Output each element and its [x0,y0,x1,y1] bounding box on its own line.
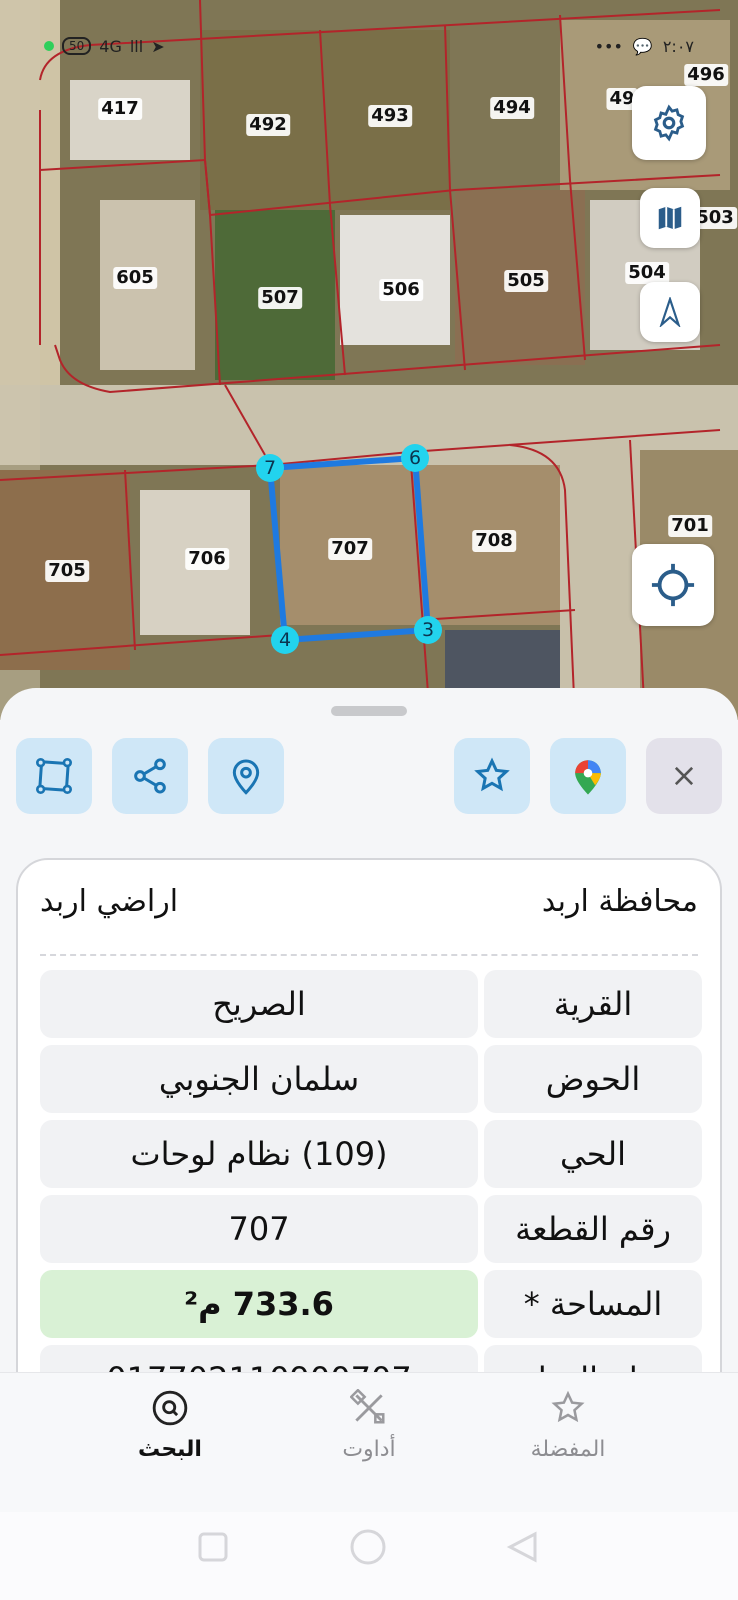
nav-favorites[interactable]: المفضلة [498,1389,638,1462]
google-maps-icon [575,760,601,795]
compass-arrow-icon [659,297,681,327]
map-icon [658,206,682,230]
network-type: 4G [99,36,122,56]
polygon-icon [36,758,73,794]
row-label: الحي [484,1120,702,1188]
parcel-label: 506 [379,279,423,301]
row-label: القرية [484,970,702,1038]
row-value: (109) نظام لوحات [40,1120,478,1188]
system-navigation-bar [0,1512,738,1600]
back-icon [506,1531,537,1563]
status-right: ••• 💬 ٢:٠٧ [595,37,694,56]
directorate-title: اراضي اربد [40,884,179,919]
info-row-district: الحي (109) نظام لوحات [40,1120,702,1188]
parcel-label: 494 [490,97,534,119]
vertex-marker[interactable]: 3 [414,616,442,644]
status-left: 50 4G lll ➤ [44,37,165,56]
parcel-label: 707 [328,538,372,560]
star-icon [474,757,510,792]
parcel-info-card: محافظة اربد اراضي اربد القرية الصريح الح… [16,858,722,1388]
map-view[interactable]: 417 492 493 494 496 49 503 605 507 506 5… [0,0,738,720]
parcel-details-sheet: محافظة اربد اراضي اربد القرية الصريح الح… [0,688,738,1388]
recents-icon [198,1532,228,1562]
info-row-village: القرية الصريح [40,970,702,1038]
vertex-marker[interactable]: 7 [256,454,284,482]
search-icon [152,1390,188,1426]
chat-icon: 💬 [632,36,653,56]
google-maps-button[interactable] [550,738,626,814]
row-value: الصريح [40,970,478,1038]
vertex-marker[interactable]: 4 [271,626,299,654]
nav-label: أداوت [342,1437,396,1462]
row-value: سلمان الجنوبي [40,1045,478,1113]
draw-polygon-button[interactable] [16,738,92,814]
location-button[interactable] [208,738,284,814]
battery-indicator: 50 [62,37,92,55]
star-icon [551,1390,585,1423]
parcel-label: 496 [684,64,728,86]
parcel-label: 605 [113,267,157,289]
parcel-label: 492 [246,114,290,136]
recording-dot [44,41,54,51]
card-header: محافظة اربد اراضي اربد [18,860,720,950]
parcel-label: 504 [625,262,669,284]
info-row-basin: الحوض سلمان الجنوبي [40,1045,702,1113]
divider [40,954,698,956]
close-icon [674,766,694,786]
layers-button[interactable] [640,188,700,248]
row-label: الحوض [484,1045,702,1113]
nav-tools[interactable]: أداوت [299,1388,439,1462]
parcel-label: 705 [45,560,89,582]
status-bar: 50 4G lll ➤ ••• 💬 ٢:٠٧ [0,28,738,64]
governorate-title: محافظة اربد [541,884,698,919]
home-icon [350,1529,386,1565]
signal-icon: lll [129,36,144,56]
nav-label: المفضلة [530,1437,606,1462]
nav-search[interactable]: البحث [100,1389,240,1462]
locate-me-button[interactable] [632,544,714,626]
more-dots-icon: ••• [594,36,623,56]
row-value: 707 [40,1195,478,1263]
settings-button[interactable] [632,86,706,160]
parcel-label: 708 [472,530,516,552]
tools-icon [349,1388,385,1424]
parcel-label: 701 [668,515,712,537]
location-pin-icon [232,759,260,795]
parcel-label: 417 [98,98,142,120]
vertex-marker[interactable]: 6 [401,444,429,472]
parcel-label: 505 [504,270,548,292]
share-icon [134,758,166,794]
app: 417 492 493 494 496 49 503 605 507 506 5… [0,0,738,1600]
parcel-label: 706 [185,548,229,570]
bottom-navigation: البحث أداوت المفضلة [0,1372,738,1512]
parcel-label: 493 [368,105,412,127]
favorite-button[interactable] [454,738,530,814]
sheet-drag-handle[interactable] [331,706,407,716]
parcel-label: 507 [258,287,302,309]
system-nav-icons [198,1529,537,1565]
info-row-area: المساحة * 733.6 م² [40,1270,702,1338]
row-label: المساحة * [484,1270,702,1338]
gear-icon [653,104,685,142]
clock: ٢:٠٧ [662,36,694,56]
share-button[interactable] [112,738,188,814]
navigation-arrow-icon: ➤ [151,36,165,56]
row-label: رقم القطعة [484,1195,702,1263]
row-value: 733.6 م² [40,1270,478,1338]
compass-button[interactable] [640,282,700,342]
crosshair-icon [651,563,695,607]
close-button[interactable] [646,738,722,814]
nav-label: البحث [138,1437,202,1462]
info-row-parcel-number: رقم القطعة 707 [40,1195,702,1263]
